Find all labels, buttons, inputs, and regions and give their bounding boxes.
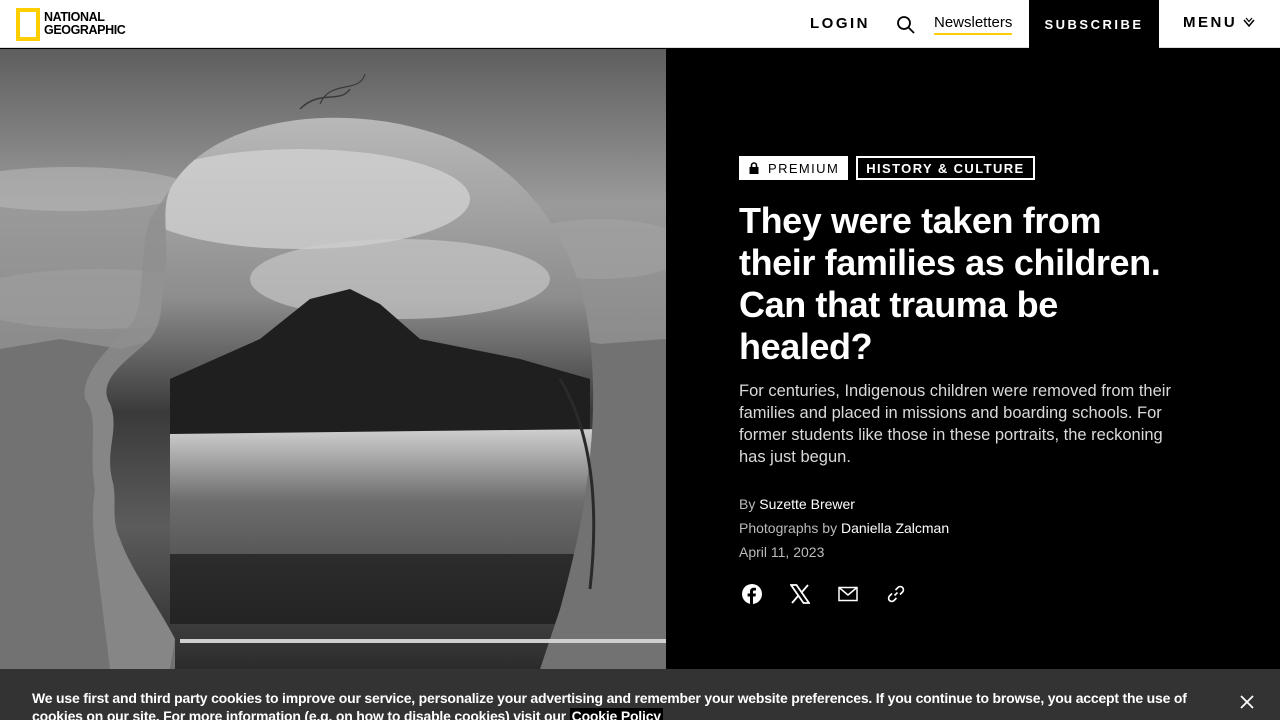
logo-line-1: National — [44, 10, 105, 24]
hero-photo — [0, 49, 666, 669]
link-icon[interactable] — [886, 584, 906, 604]
chevron-down-icon — [1243, 17, 1255, 27]
email-icon[interactable] — [838, 584, 858, 604]
article-headline: They were taken from their families as c… — [739, 200, 1161, 367]
logo-yellow-rectangle — [16, 7, 40, 41]
natgeo-logo[interactable]: National Geographic — [16, 7, 126, 41]
cookie-message: We use first and third party cookies to … — [32, 689, 1222, 720]
article-header: PREMIUM HISTORY & CULTURE They were take… — [739, 156, 1209, 564]
lock-icon — [749, 162, 759, 174]
search-icon[interactable] — [896, 15, 916, 35]
cookie-banner: We use first and third party cookies to … — [0, 669, 1280, 720]
subscribe-button[interactable]: SUBSCRIBE — [1029, 0, 1159, 48]
logo-wordmark: National Geographic — [44, 10, 126, 37]
site-header: National Geographic LOGIN Newsletters SU… — [0, 0, 1280, 48]
menu-label: MENU — [1183, 14, 1238, 31]
premium-badge: PREMIUM — [739, 156, 849, 180]
article-tags: PREMIUM HISTORY & CULTURE — [739, 156, 1209, 180]
cookie-policy-link[interactable]: Cookie Policy — [569, 708, 663, 720]
author-link[interactable]: Suzette Brewer — [759, 496, 855, 512]
share-bar — [742, 584, 906, 604]
premium-label: PREMIUM — [768, 160, 840, 176]
close-icon[interactable] — [1240, 695, 1254, 709]
facebook-icon[interactable] — [742, 584, 762, 604]
article-dek: For centuries, Indigenous children were … — [739, 382, 1171, 466]
author-byline: By Suzette Brewer — [739, 492, 1209, 516]
logo-line-2: Geographic — [44, 23, 126, 37]
menu-button[interactable]: MENU — [1183, 14, 1255, 31]
photos-prefix: Photographs by — [739, 520, 838, 536]
photographer-byline: Photographs by Daniella Zalcman — [739, 516, 1209, 540]
photographer-link[interactable]: Daniella Zalcman — [841, 520, 949, 536]
category-tag[interactable]: HISTORY & CULTURE — [856, 156, 1035, 180]
by-prefix: By — [739, 496, 756, 512]
publish-date: April 11, 2023 — [739, 544, 825, 560]
login-link[interactable]: LOGIN — [810, 15, 870, 32]
x-icon[interactable] — [790, 584, 810, 604]
newsletters-link[interactable]: Newsletters — [934, 14, 1013, 35]
